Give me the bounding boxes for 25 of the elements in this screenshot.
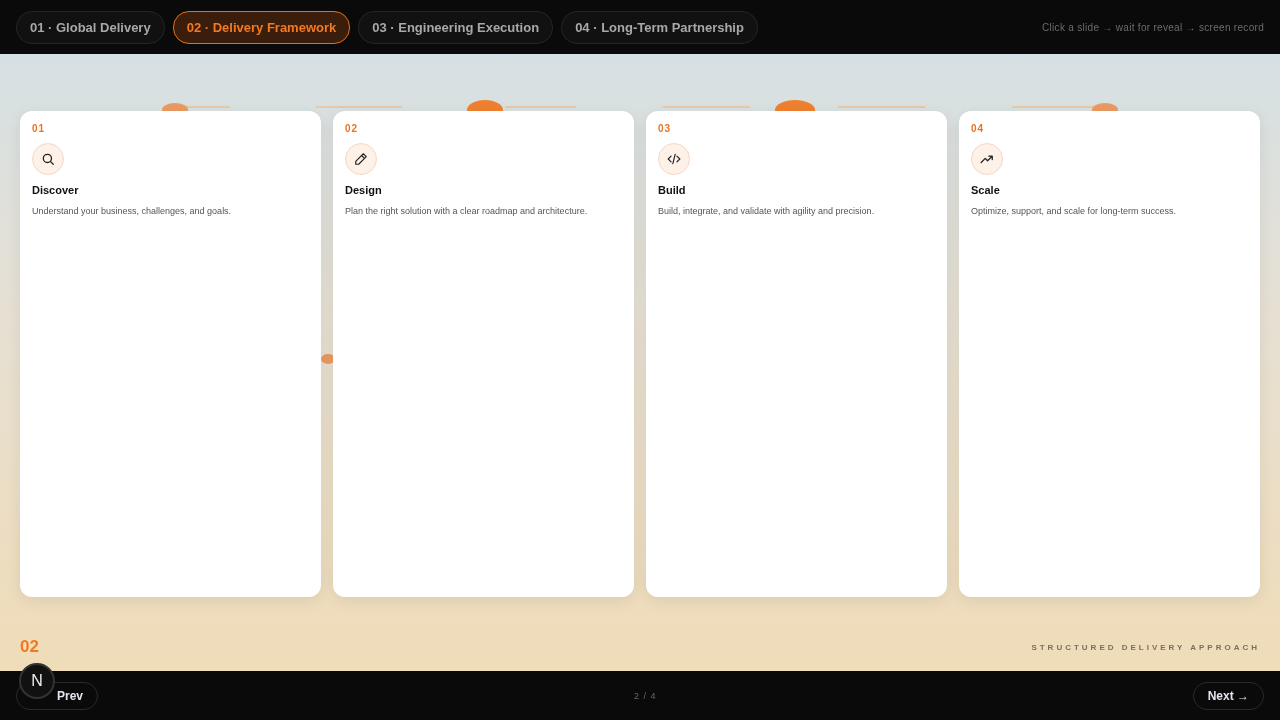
code-icon xyxy=(667,152,681,167)
slide-caption: STRUCTURED DELIVERY APPROACH xyxy=(1031,642,1260,652)
step-number: 04 xyxy=(971,123,985,135)
step-number: 01 xyxy=(32,123,46,135)
search-icon xyxy=(41,152,55,167)
slide-number: 02 xyxy=(20,637,39,658)
slide-tab[interactable]: 04 · Long-Term Partnership xyxy=(561,10,758,44)
pencil-icon xyxy=(354,152,368,167)
step-description: Build, integrate, and validate with agility and precision. xyxy=(658,206,875,217)
step-title: Scale xyxy=(971,184,1000,197)
timeline-dot xyxy=(321,354,335,365)
next-button[interactable]: Next → xyxy=(1192,681,1264,710)
slide-tab[interactable]: 02 · Delivery Framework xyxy=(172,10,351,44)
step-title: Discover xyxy=(32,184,79,197)
step-description: Understand your business, challenges, and goals. xyxy=(32,206,232,217)
step-number: 02 xyxy=(345,123,359,135)
hint-text: Click a slide → wait for reveal → screen record xyxy=(1042,21,1264,33)
step-description: Plan the right solution with a clear roadmap and architecture. xyxy=(345,206,588,217)
step-title: Build xyxy=(658,184,686,197)
slide-tab[interactable]: 01 · Global Delivery xyxy=(16,10,165,44)
step-number: 03 xyxy=(658,123,672,135)
step-title: Design xyxy=(345,184,382,197)
page-counter: 2 / 4 xyxy=(634,690,657,701)
slide-tab[interactable]: 03 · Engineering Execution xyxy=(358,10,554,44)
step-description: Optimize, support, and scale for long-term success. xyxy=(971,206,1177,217)
